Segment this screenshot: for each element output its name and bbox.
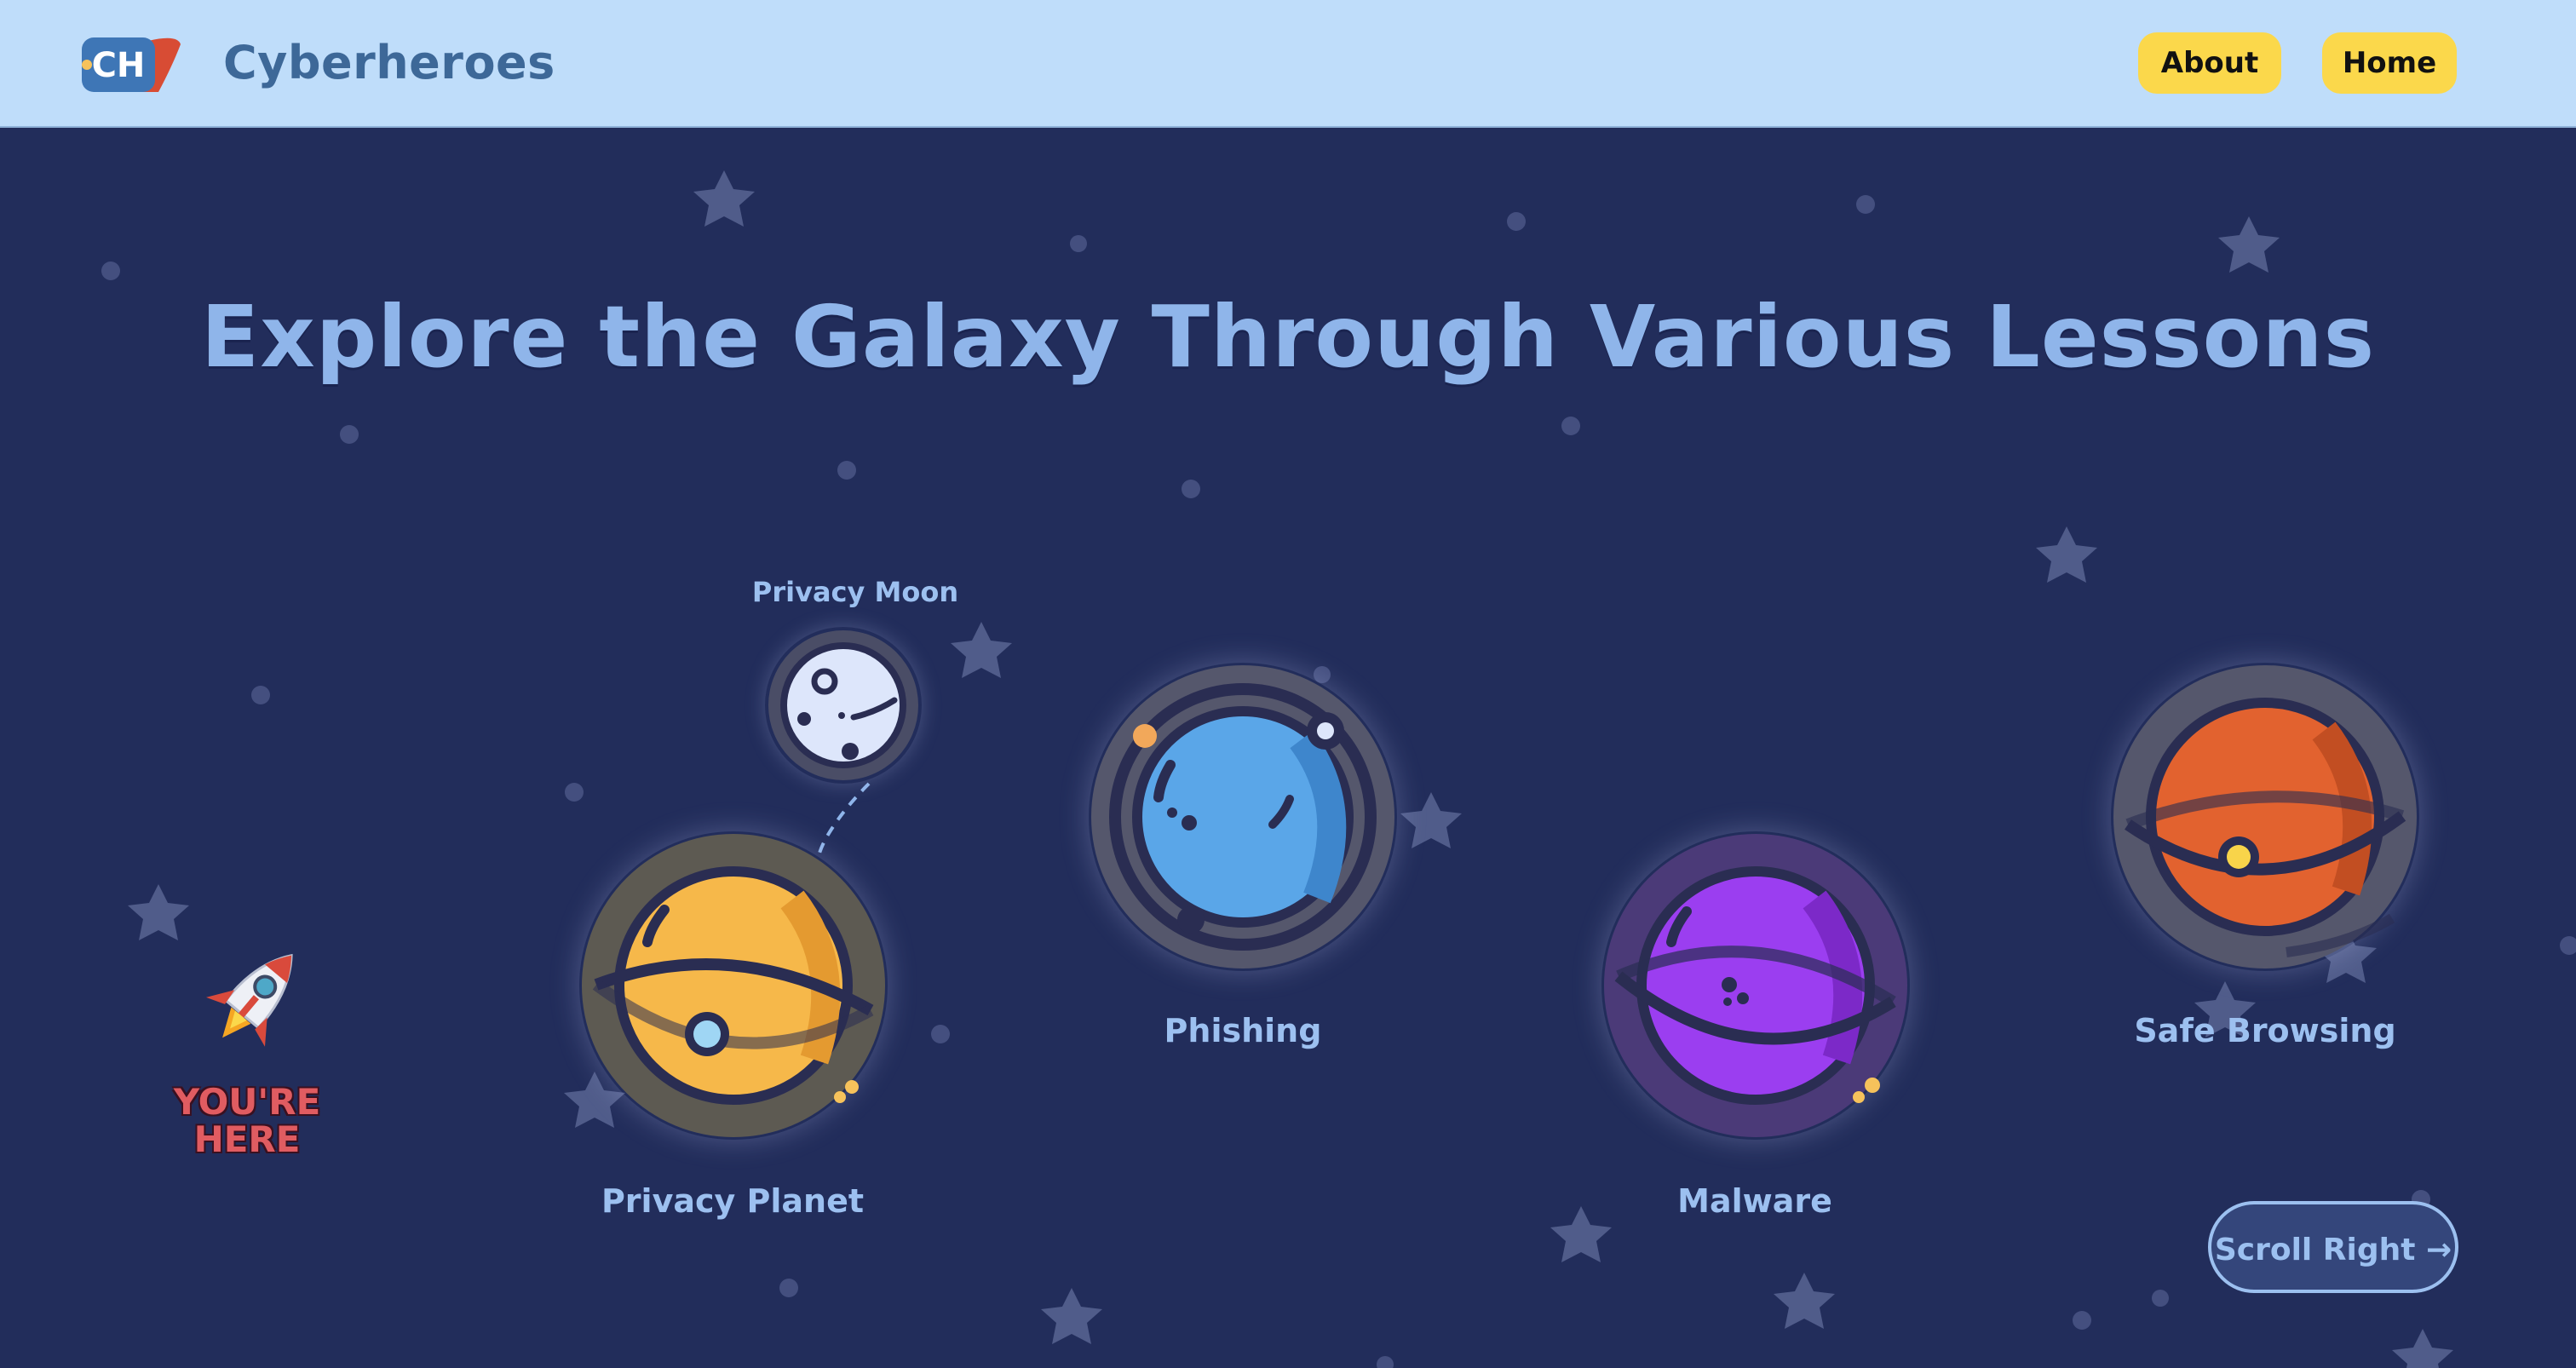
about-button[interactable]: About — [2138, 32, 2281, 94]
you-are-here-marker: YOU'RE HERE — [173, 1081, 321, 1160]
orange-planet-icon — [2113, 665, 2417, 969]
purple-planet-icon — [1604, 834, 1907, 1137]
privacy-planet-node[interactable] — [579, 831, 888, 1140]
logo-text: CH — [92, 46, 146, 85]
galaxy-map: Explore the Galaxy Through Various Lesso… — [0, 128, 2576, 1368]
blue-planet-icon — [1091, 665, 1394, 969]
scroll-right-button[interactable]: Scroll Right → — [2208, 1201, 2458, 1293]
cyberheroes-logo[interactable]: CH — [77, 32, 182, 97]
privacy-moon-node[interactable] — [765, 627, 922, 784]
malware-label[interactable]: Malware — [1542, 1182, 1968, 1220]
phishing-planet-node[interactable] — [1089, 663, 1397, 971]
malware-planet-node[interactable] — [1601, 831, 1910, 1140]
privacy-moon-label[interactable]: Privacy Moon — [642, 576, 1068, 608]
safe-browsing-planet-node[interactable] — [2111, 663, 2419, 971]
safe-browsing-label[interactable]: Safe Browsing — [2052, 1012, 2478, 1049]
top-navbar: CH Cyberheroes About Home — [0, 0, 2576, 128]
privacy-planet-label[interactable]: Privacy Planet — [520, 1182, 946, 1220]
yellow-planet-icon — [582, 834, 885, 1137]
moon-icon — [768, 630, 918, 780]
home-button[interactable]: Home — [2322, 32, 2457, 94]
rocket-icon — [193, 937, 317, 1061]
phishing-label[interactable]: Phishing — [1030, 1012, 1456, 1049]
brand-title[interactable]: Cyberheroes — [223, 31, 555, 95]
